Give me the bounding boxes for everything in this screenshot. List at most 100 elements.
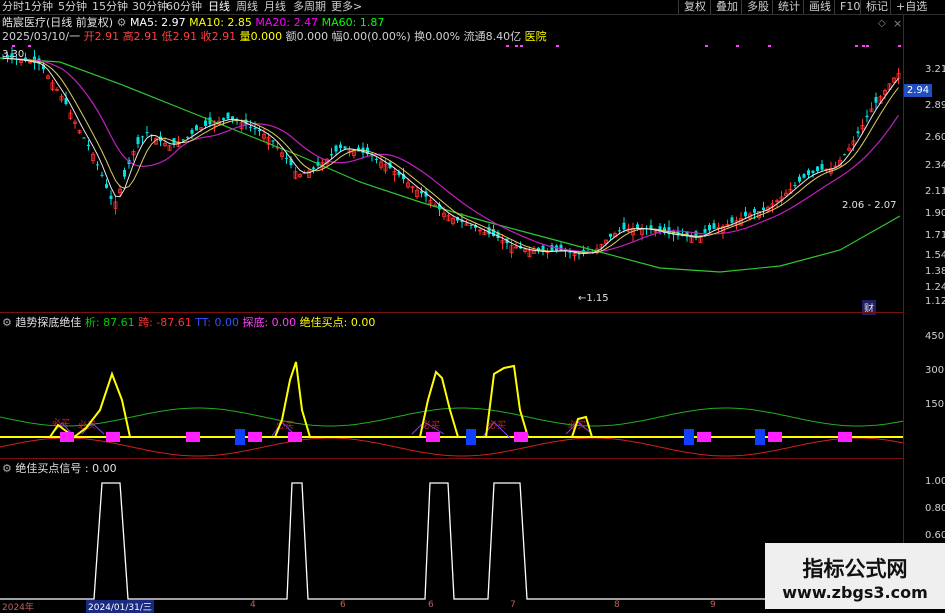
indicator-settings-icon[interactable]: ⚙ [2,316,12,329]
candle-29 [131,149,136,162]
tab-10[interactable]: 更多> [331,0,362,14]
candle-24 [109,190,113,206]
signal-title[interactable]: 绝佳买点信号 [15,462,81,475]
toolbar-button-7[interactable]: +自选 [890,0,932,14]
price-label-2: 2.60 [925,132,945,143]
price-label-5: 1.90 [925,208,945,219]
signal-block-13 [838,432,852,442]
indicator-item-0: 析: 87.61 [84,316,135,329]
candle-15 [68,109,73,121]
indicator-title[interactable]: 趋势探底绝佳 [15,316,81,329]
candle-27 [123,167,126,180]
candle-52 [235,117,239,125]
candle-32 [145,125,149,137]
stock-title[interactable]: 皓宸医疗(日线 前复权) [2,16,113,29]
tab-5[interactable]: 60分钟 [166,0,202,14]
candle-106 [478,228,482,236]
tag-label-3: 必买 [422,419,440,431]
candle-17 [77,129,82,135]
tab-3[interactable]: 15分钟 [92,0,128,14]
tab-4[interactable]: 30分钟 [132,0,168,14]
panel-separator-2 [0,458,903,459]
indicator-item-1: 跨: -87.61 [134,316,192,329]
candle-65 [293,166,298,180]
toolbar-button-6[interactable]: 标记 [860,0,893,14]
price-label-0: 3.21 [925,64,945,75]
ma5-line [2,57,899,255]
candle-182 [820,159,824,173]
close-icon[interactable]: × [893,17,902,30]
candle-57 [258,126,261,136]
candle-192 [865,109,869,123]
tab-2[interactable]: 5分钟 [58,0,87,14]
indicator-chart[interactable]: 必买 必买 必买 必买 必买 必买 [0,330,903,458]
tab-0[interactable]: 分时 [2,0,24,14]
ma-label-1: MA10: 2.85 [185,16,252,29]
tab-7[interactable]: 周线 [236,0,258,14]
indicator-item-2: TT: 0.00 [191,316,239,329]
price-label-9: 1.24 [925,282,945,293]
diamond-icon[interactable]: ◇ [878,18,886,29]
indicator-label-2: 150.0 [925,399,945,410]
watermark-title: 指标公式网 [802,557,908,581]
candle-10 [46,74,50,80]
dot-1 [28,45,31,47]
main-info-line: 皓宸医疗(日线 前复权) ⚙ MA5: 2.97 MA10: 2.85 MA20… [2,16,384,29]
ma-values: MA5: 2.97 MA10: 2.85 MA20: 2.47 MA60: 1.… [130,16,384,29]
date-label-1: 2024/01/31/三 [86,600,154,613]
candle-176 [793,181,797,189]
ma-label-2: MA20: 2.47 [251,16,319,29]
candle-37 [167,144,172,151]
tab-9[interactable]: 多周期 [293,0,326,14]
period-toolbar: 分时 1分钟 5分钟 15分钟 30分钟 60分钟 日线 周线 月线 多周期 更多> 复权 叠加 多股统… [0,0,945,15]
candle-187 [843,153,846,156]
signal-block-2 [186,432,200,442]
candle-50 [226,112,230,120]
candle-23 [105,178,108,189]
toolbar-button-4[interactable]: 画线 [803,0,836,14]
candle-144 [649,219,653,234]
ma-label-0: MA5: 2.97 [129,16,186,29]
candle-139 [626,223,631,233]
indicator-item-4: 绝佳买点: 0.00 [296,316,376,329]
signal-block-12 [768,432,782,442]
watermark-url: www.zbgs3.com [782,583,928,602]
high-mark: 3.30 [2,49,25,60]
candle-30 [136,134,140,149]
dot-3 [515,45,518,47]
signal-block-9 [684,429,694,445]
dot-5 [556,45,559,47]
candles [1,47,901,261]
price-label-4: 2.11 [925,186,945,197]
candle-173 [779,191,784,206]
indicator-label-1: 300.0 [925,365,945,376]
axis-divider [903,14,904,609]
toolbar-button-0[interactable]: 复权 [678,0,711,14]
candlestick-chart[interactable] [0,40,903,312]
toolbar-button-1[interactable]: 叠加 [710,0,743,14]
toolbar-button-2[interactable]: 多股 [741,0,774,14]
dot-8 [768,45,771,47]
signal-block-4 [248,432,262,442]
candle-120 [541,243,545,256]
toolbar-button-3[interactable]: 统计 [772,0,805,14]
tab-8[interactable]: 月线 [264,0,286,14]
settings-icon[interactable]: ⚙ [117,16,127,29]
candle-38 [172,137,176,148]
watermark: 指标公式网 www.zbgs3.com [765,543,945,609]
candle-70 [316,156,320,168]
candle-177 [798,174,801,184]
candle-25 [113,195,118,215]
dot-6 [705,45,708,47]
signal-settings-icon[interactable]: ⚙ [2,462,12,475]
tab-1[interactable]: 1分钟 [24,0,53,14]
candle-100 [451,215,455,226]
signal-block-8 [514,432,528,442]
candle-18 [82,136,86,139]
tab-6[interactable]: 日线 [208,0,230,14]
candle-83 [375,157,378,164]
candle-94 [424,188,428,203]
candle-28 [127,157,131,169]
candle-76 [343,146,347,150]
candle-148 [667,220,671,239]
